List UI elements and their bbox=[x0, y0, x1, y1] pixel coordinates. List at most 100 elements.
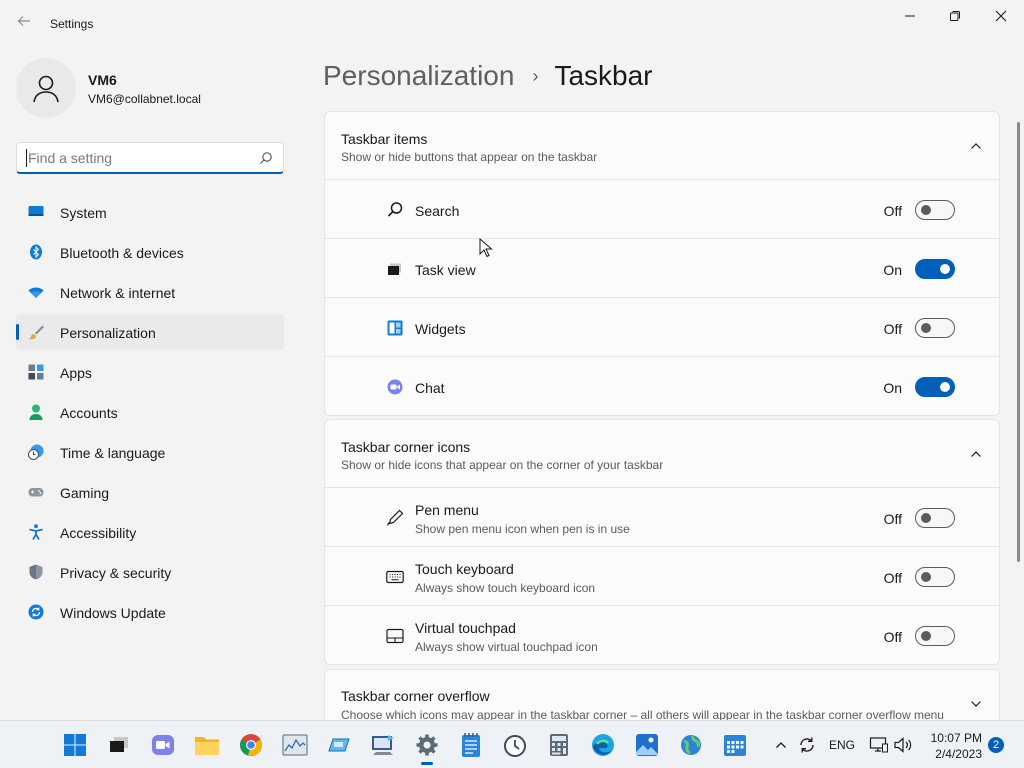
corner-icons-section: Taskbar corner icons Show or hide icons … bbox=[324, 419, 1000, 665]
back-button[interactable] bbox=[14, 14, 34, 34]
sidebar-item-bluetooth[interactable]: Bluetooth & devices bbox=[16, 234, 284, 270]
pen-menu-toggle[interactable] bbox=[915, 508, 955, 528]
page-title: Taskbar bbox=[554, 60, 653, 91]
taskbar-clock[interactable]: 10:07 PM 2/4/2023 bbox=[920, 730, 982, 762]
chevron-up-icon[interactable] bbox=[969, 139, 983, 153]
taskbar-calculator[interactable] bbox=[545, 731, 573, 759]
network-monitor-icon[interactable] bbox=[869, 735, 889, 755]
clock-date: 2/4/2023 bbox=[935, 747, 982, 761]
minimize-button[interactable] bbox=[887, 0, 933, 32]
search-toggle[interactable] bbox=[915, 200, 955, 220]
sidebar-item-accessibility[interactable]: Accessibility bbox=[16, 514, 284, 550]
toggle-state-text: On bbox=[883, 262, 902, 278]
taskbar-notepad[interactable] bbox=[457, 731, 485, 759]
gamepad-icon bbox=[28, 488, 44, 497]
section-subtitle: Show or hide buttons that appear on the … bbox=[341, 150, 598, 164]
sidebar-item-gaming[interactable]: Gaming bbox=[16, 474, 284, 510]
taskbar-app-drive[interactable] bbox=[325, 731, 353, 759]
toggle-state-text: Off bbox=[883, 629, 902, 645]
sidebar-item-network[interactable]: Network & internet bbox=[16, 274, 284, 310]
task-view-icon bbox=[388, 263, 401, 275]
corner-icons-header[interactable]: Taskbar corner icons Show or hide icons … bbox=[325, 420, 999, 488]
toggle-knob bbox=[921, 205, 931, 215]
sync-icon[interactable] bbox=[797, 735, 817, 755]
toggle-knob bbox=[921, 631, 931, 641]
sidebar-item-system[interactable]: System bbox=[16, 194, 284, 230]
globe-network-icon bbox=[681, 735, 701, 755]
sidebar-item-label: Apps bbox=[60, 365, 92, 381]
chevron-up-icon[interactable] bbox=[969, 447, 983, 461]
virtual-touchpad-toggle[interactable] bbox=[915, 626, 955, 646]
section-title: Taskbar items bbox=[341, 131, 428, 147]
toggle-state-text: Off bbox=[883, 321, 902, 337]
user-profile[interactable]: VM6 VM6@collabnet.local bbox=[16, 58, 286, 118]
back-arrow-icon bbox=[17, 16, 30, 26]
breadcrumb-parent[interactable]: Personalization bbox=[323, 60, 514, 92]
widgets-icon bbox=[387, 320, 403, 336]
sidebar-item-privacy[interactable]: Privacy & security bbox=[16, 554, 284, 590]
chat-toggle[interactable] bbox=[915, 377, 955, 397]
sidebar-item-label: Personalization bbox=[60, 325, 156, 341]
sidebar-item-windows-update[interactable]: Windows Update bbox=[16, 594, 284, 630]
close-button[interactable] bbox=[978, 0, 1024, 32]
sidebar-item-personalization[interactable]: Personalization bbox=[16, 314, 284, 350]
taskbar-performance-monitor[interactable] bbox=[281, 731, 309, 759]
maximize-button[interactable] bbox=[932, 0, 978, 32]
widgets-toggle[interactable] bbox=[915, 318, 955, 338]
sidebar-item-accounts[interactable]: Accounts bbox=[16, 394, 284, 430]
clock-time: 10:07 PM bbox=[930, 731, 982, 745]
task-view-toggle[interactable] bbox=[915, 259, 955, 279]
chat-icon bbox=[152, 735, 174, 755]
taskbar-network-app[interactable] bbox=[677, 731, 705, 759]
start-button[interactable] bbox=[61, 731, 89, 759]
taskbar-items-header[interactable]: Taskbar items Show or hide buttons that … bbox=[325, 112, 999, 180]
sidebar-item-apps[interactable]: Apps bbox=[16, 354, 284, 390]
chat-icon bbox=[387, 379, 403, 395]
taskbar-items-section: Taskbar items Show or hide buttons that … bbox=[324, 111, 1000, 416]
taskbar-edge[interactable] bbox=[589, 731, 617, 759]
remote-desktop-icon bbox=[372, 735, 394, 755]
wifi-icon bbox=[28, 287, 44, 298]
taskbar-settings[interactable] bbox=[413, 731, 441, 765]
title-bar: Settings bbox=[0, 0, 1024, 48]
setting-row-touch-keyboard: Touch keyboard Always show touch keyboar… bbox=[325, 547, 999, 606]
taskbar-clock-app[interactable] bbox=[501, 731, 529, 759]
setting-label: Task view bbox=[415, 262, 476, 278]
notification-badge[interactable]: 2 bbox=[988, 737, 1004, 753]
setting-description: Always show virtual touchpad icon bbox=[415, 640, 598, 654]
toggle-state-text: Off bbox=[883, 570, 902, 586]
sidebar-nav: System Bluetooth & devices Network & int… bbox=[16, 194, 284, 634]
sidebar-item-label: Privacy & security bbox=[60, 565, 172, 581]
search-icon bbox=[387, 202, 403, 217]
restore-icon bbox=[950, 11, 960, 21]
setting-row-widgets: Widgets Off bbox=[325, 298, 999, 357]
setting-label: Pen menu bbox=[415, 502, 479, 518]
scrollbar[interactable] bbox=[1017, 122, 1020, 562]
person-avatar-icon bbox=[33, 75, 59, 103]
sidebar-item-label: Time & language bbox=[60, 445, 166, 461]
search-icon[interactable] bbox=[259, 151, 273, 165]
taskbar-task-view[interactable] bbox=[105, 731, 133, 759]
taskbar-chrome[interactable] bbox=[237, 731, 265, 759]
sidebar-item-label: System bbox=[60, 205, 107, 221]
breadcrumb: Personalization › Taskbar bbox=[323, 58, 653, 94]
keyboard-icon bbox=[386, 570, 404, 584]
section-subtitle: Show or hide icons that appear on the co… bbox=[341, 458, 664, 472]
setting-row-virtual-touchpad: Virtual touchpad Always show virtual tou… bbox=[325, 606, 999, 665]
chevron-down-icon[interactable] bbox=[969, 697, 983, 711]
search-input[interactable] bbox=[26, 149, 246, 167]
taskbar-chat[interactable] bbox=[149, 731, 177, 759]
touchpad-icon bbox=[386, 628, 404, 644]
taskbar-calendar[interactable] bbox=[721, 731, 749, 759]
search-box[interactable] bbox=[16, 142, 284, 174]
taskbar-photos[interactable] bbox=[633, 731, 661, 759]
taskbar: ENG 10:07 PM 2/4/2023 2 bbox=[0, 720, 1024, 768]
taskbar-file-explorer[interactable] bbox=[193, 731, 221, 759]
volume-icon[interactable] bbox=[893, 735, 913, 755]
language-indicator[interactable]: ENG bbox=[829, 721, 855, 768]
touch-keyboard-toggle[interactable] bbox=[915, 567, 955, 587]
sidebar-item-time-language[interactable]: Time & language bbox=[16, 434, 284, 470]
section-title: Taskbar corner overflow bbox=[341, 688, 490, 704]
taskbar-app-remote[interactable] bbox=[369, 731, 397, 759]
tray-overflow-chevron-icon[interactable] bbox=[774, 738, 788, 752]
